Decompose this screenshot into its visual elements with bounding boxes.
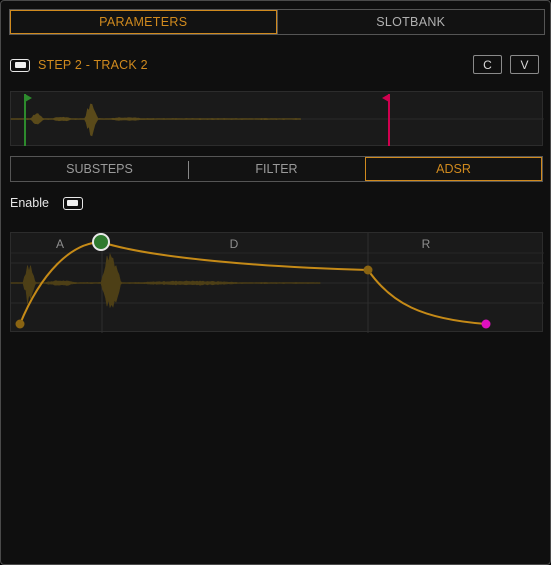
sub-tab-bar: SUBSTEPS FILTER ADSR bbox=[10, 156, 543, 182]
copy-button[interactable]: C bbox=[473, 55, 502, 74]
peak-point[interactable] bbox=[92, 233, 110, 251]
segment-label-release: R bbox=[422, 237, 431, 251]
enable-row: Enable bbox=[10, 194, 83, 212]
attack-start-point[interactable] bbox=[15, 319, 25, 329]
waveform bbox=[10, 103, 301, 137]
tab-divider bbox=[188, 161, 189, 179]
parameters-panel: PARAMETERS SLOTBANK STEP 2 - TRACK 2 C V… bbox=[0, 0, 551, 565]
toggle-knob bbox=[14, 62, 26, 68]
step-toggle[interactable] bbox=[10, 58, 30, 72]
tab-slotbank[interactable]: SLOTBANK bbox=[276, 10, 545, 34]
paste-button[interactable]: V bbox=[510, 55, 539, 74]
toggle-knob bbox=[67, 200, 79, 206]
tab-substeps[interactable]: SUBSTEPS bbox=[11, 157, 188, 181]
enable-label: Enable bbox=[10, 196, 49, 210]
sample-waveform-view[interactable] bbox=[10, 91, 544, 146]
tab-adsr[interactable]: ADSR bbox=[365, 157, 542, 181]
top-tab-bar: PARAMETERS SLOTBANK bbox=[9, 9, 545, 35]
segment-label-decay: D bbox=[230, 237, 239, 251]
envelope-waveform bbox=[10, 252, 321, 309]
envelope-svg: A D R bbox=[10, 233, 544, 333]
step-header: STEP 2 - TRACK 2 bbox=[10, 55, 148, 75]
flag-icon[interactable] bbox=[25, 94, 32, 102]
waveform-svg bbox=[10, 94, 544, 146]
tab-filter[interactable]: FILTER bbox=[188, 157, 365, 181]
adsr-envelope-editor[interactable]: A D R bbox=[10, 232, 544, 333]
step-title: STEP 2 - TRACK 2 bbox=[38, 58, 148, 72]
sustain-point[interactable] bbox=[363, 265, 373, 275]
flag-icon[interactable] bbox=[382, 94, 389, 102]
release-end-point[interactable] bbox=[481, 319, 491, 329]
tab-parameters[interactable]: PARAMETERS bbox=[10, 10, 277, 34]
enable-toggle[interactable] bbox=[62, 196, 83, 210]
segment-label-attack: A bbox=[56, 237, 64, 251]
